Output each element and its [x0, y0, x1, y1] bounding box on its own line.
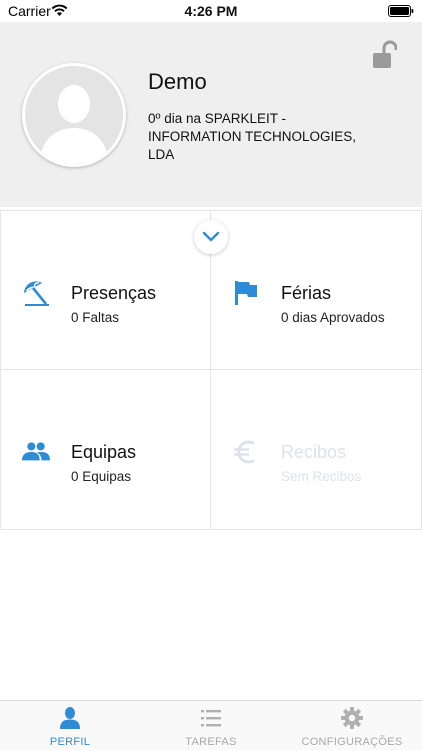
- list-icon: [201, 710, 221, 727]
- profile-header: Demo 0º dia na SPARKLEIT - INFORMATION T…: [0, 22, 422, 207]
- avatar[interactable]: [22, 63, 126, 167]
- tile-title: Recibos: [281, 442, 347, 462]
- tile-subtitle: Sem Recibos: [281, 469, 362, 484]
- beach-umbrella-icon: [24, 281, 49, 306]
- tile-subtitle: 0 Faltas: [71, 310, 120, 325]
- euro-icon: [234, 440, 255, 464]
- tab-tarefas[interactable]: TAREFAS: [141, 701, 281, 751]
- battery-icon: [388, 5, 414, 17]
- tab-label: TAREFAS: [185, 736, 237, 748]
- tile-title: Presenças: [71, 283, 157, 303]
- person-silhouette-icon: [25, 66, 123, 164]
- expand-button[interactable]: [194, 220, 228, 254]
- tab-configuracoes[interactable]: CONFIGURAÇÕES: [282, 701, 422, 751]
- recibos-tile: Recibos Sem Recibos: [211, 370, 422, 530]
- profile-name: Demo: [148, 69, 207, 94]
- tile-title: Equipas: [71, 442, 137, 462]
- feature-grid: Presenças 0 Faltas Férias 0 dias Aprovad…: [0, 210, 422, 530]
- status-bar: Carrier 4:26 PM: [0, 0, 422, 22]
- gear-icon: [341, 707, 363, 729]
- person-icon: [60, 707, 80, 729]
- chevron-down-icon: [202, 231, 220, 242]
- equipas-tile[interactable]: Equipas 0 Equipas: [0, 370, 211, 530]
- tile-subtitle: 0 dias Aprovados: [281, 310, 385, 325]
- profile-description: 0º dia na SPARKLEIT - INFORMATION TECHNO…: [148, 111, 357, 162]
- flag-icon: [235, 281, 257, 305]
- tab-label: CONFIGURAÇÕES: [301, 736, 403, 748]
- presencas-tile[interactable]: Presenças 0 Faltas: [0, 210, 211, 370]
- tab-bar: PERFIL TAREFAS CONFIGURAÇÕES: [0, 700, 422, 750]
- ferias-tile[interactable]: Férias 0 dias Aprovados: [211, 210, 422, 370]
- tile-title: Férias: [281, 283, 332, 303]
- people-icon: [22, 442, 50, 461]
- tab-perfil[interactable]: PERFIL: [0, 701, 140, 751]
- status-time: 4:26 PM: [184, 3, 238, 19]
- unlocked-padlock-icon[interactable]: [371, 40, 397, 70]
- tile-subtitle: 0 Equipas: [71, 469, 132, 484]
- tab-label: PERFIL: [49, 736, 91, 748]
